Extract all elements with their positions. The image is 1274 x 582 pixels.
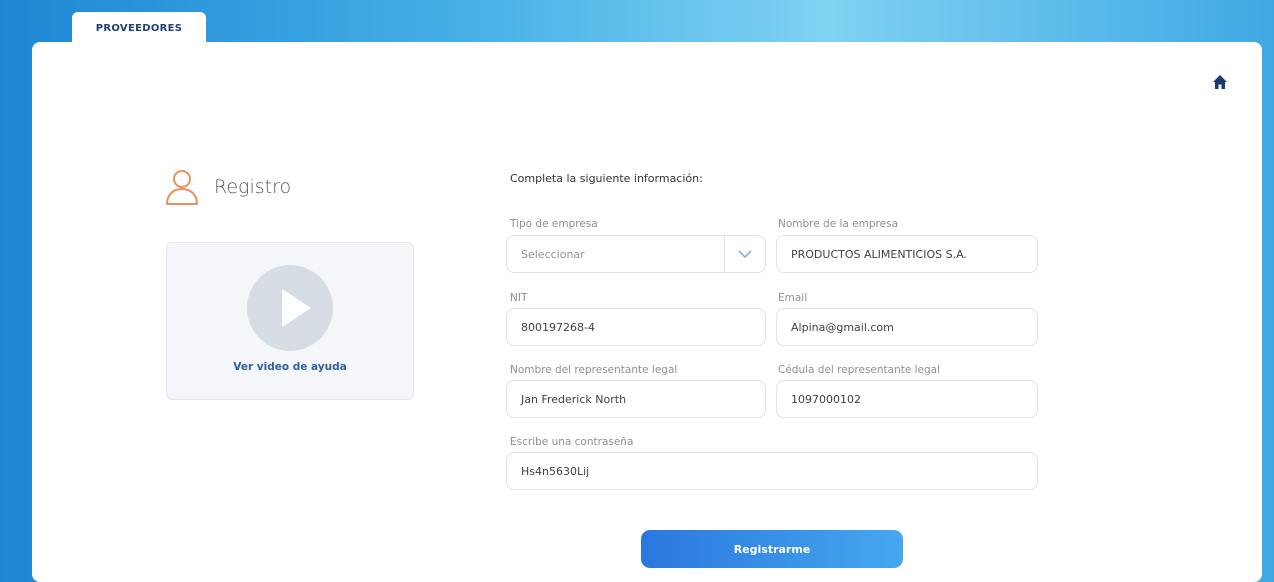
cedula-label: Cédula del representante legal [778,364,941,376]
play-icon[interactable] [247,265,333,351]
home-icon[interactable] [1212,74,1228,90]
video-help-link[interactable]: Ver video de ayuda [167,361,413,373]
tab-label: PROVEEDORES [95,22,183,34]
tipo-empresa-value: Seleccionar [521,247,585,261]
nit-input[interactable]: 800197268-4 [506,308,766,346]
main-card: Registro Ver video de ayuda Completa la … [32,42,1262,582]
cedula-value: 1097000102 [791,392,861,406]
user-icon [164,166,206,208]
registro-header: Registro [164,166,291,208]
register-button[interactable]: Registrarme [641,530,903,568]
nombre-empresa-value: PRODUCTOS ALIMENTICIOS S.A. [791,247,967,261]
chevron-down-icon[interactable] [724,236,765,272]
registro-title: Registro [214,176,292,198]
tab-proveedores[interactable]: PROVEEDORES [72,12,206,44]
nombre-empresa-label: Nombre de la empresa [778,218,899,230]
tipo-empresa-label: Tipo de empresa [510,218,598,230]
representante-value: Jan Frederick North [521,392,627,406]
representante-input[interactable]: Jan Frederick North [506,380,766,418]
cedula-input[interactable]: 1097000102 [776,380,1038,418]
nit-label: NIT [510,292,528,304]
form-instructions: Completa la siguiente información: [510,172,703,185]
email-input[interactable]: Alpina@gmail.com [776,308,1038,346]
nombre-empresa-input[interactable]: PRODUCTOS ALIMENTICIOS S.A. [776,235,1038,273]
tipo-empresa-select[interactable]: Seleccionar [506,235,766,273]
contrasena-value: Hs4n5630Lij [521,464,590,478]
representante-label: Nombre del representante legal [510,364,678,376]
email-label: Email [778,292,808,304]
help-video[interactable]: Ver video de ayuda [166,242,414,400]
email-value: Alpina@gmail.com [791,320,894,334]
nit-value: 800197268-4 [521,320,595,334]
contrasena-input[interactable]: Hs4n5630Lij [506,452,1038,490]
contrasena-label: Escribe una contraseña [510,436,634,448]
